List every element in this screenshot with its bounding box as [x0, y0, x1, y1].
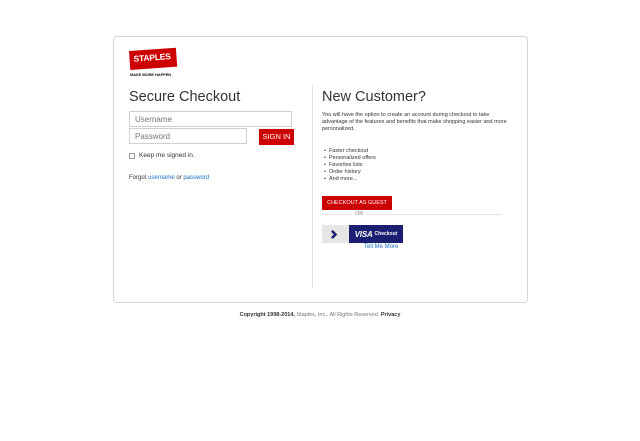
- staples-logo[interactable]: STAPLES MAKE MORE HAPPEN: [129, 47, 178, 78]
- visa-brand: VISA: [354, 229, 373, 239]
- username-input[interactable]: [129, 111, 292, 127]
- tell-me-more-link[interactable]: Tell Me More: [364, 244, 398, 250]
- or-label: OR: [352, 211, 367, 217]
- footer: Copyright 1998-2014, Staples, Inc., All …: [0, 312, 640, 318]
- new-customer-title: New Customer?: [322, 89, 426, 105]
- forgot-username-link[interactable]: username: [148, 175, 175, 181]
- company-text: Staples, Inc., All Rights Reserved.: [296, 312, 380, 318]
- benefit-item: Favorites lists: [324, 162, 376, 169]
- checkout-as-guest-button[interactable]: CHECKOUT AS GUEST: [322, 196, 392, 210]
- or-divider: [322, 214, 502, 215]
- checkout-card: STAPLES MAKE MORE HAPPEN Secure Checkout…: [113, 36, 528, 303]
- column-divider: [312, 85, 313, 288]
- chevron-right-icon: [322, 225, 349, 243]
- forgot-prefix: Forgot: [129, 175, 147, 181]
- password-input[interactable]: [129, 128, 247, 144]
- keep-signed-in-label: Keep me signed in.: [139, 152, 195, 159]
- benefits-list: Faster checkout Personalized offers Favo…: [324, 148, 376, 183]
- privacy-link[interactable]: Privacy: [381, 312, 401, 318]
- benefit-item: Faster checkout: [324, 148, 376, 155]
- logo-tagline: MAKE MORE HAPPEN: [130, 72, 172, 77]
- secure-checkout-title: Secure Checkout: [129, 89, 241, 105]
- forgot-or: or: [176, 175, 182, 181]
- sign-in-button[interactable]: SIGN IN: [259, 129, 294, 145]
- copyright-text: Copyright 1998-2014,: [239, 312, 295, 318]
- visa-checkout-button[interactable]: VISA Checkout: [322, 225, 403, 243]
- logo-brand: STAPLES: [133, 51, 171, 64]
- logo-box: STAPLES: [129, 47, 178, 70]
- forgot-credentials: Forgot username or password: [129, 175, 209, 181]
- benefit-item: Order history: [324, 169, 376, 176]
- benefit-item: Personalized offers: [324, 155, 376, 162]
- keep-signed-in-checkbox[interactable]: [129, 152, 135, 159]
- benefit-item: And more...: [324, 176, 376, 183]
- keep-signed-in[interactable]: Keep me signed in.: [129, 152, 195, 159]
- forgot-password-link[interactable]: password: [183, 175, 209, 181]
- visa-checkout-word: Checkout: [374, 231, 398, 237]
- visa-checkout-badge: VISA Checkout: [349, 225, 403, 243]
- new-customer-description: You will have the option to create an ac…: [322, 112, 507, 132]
